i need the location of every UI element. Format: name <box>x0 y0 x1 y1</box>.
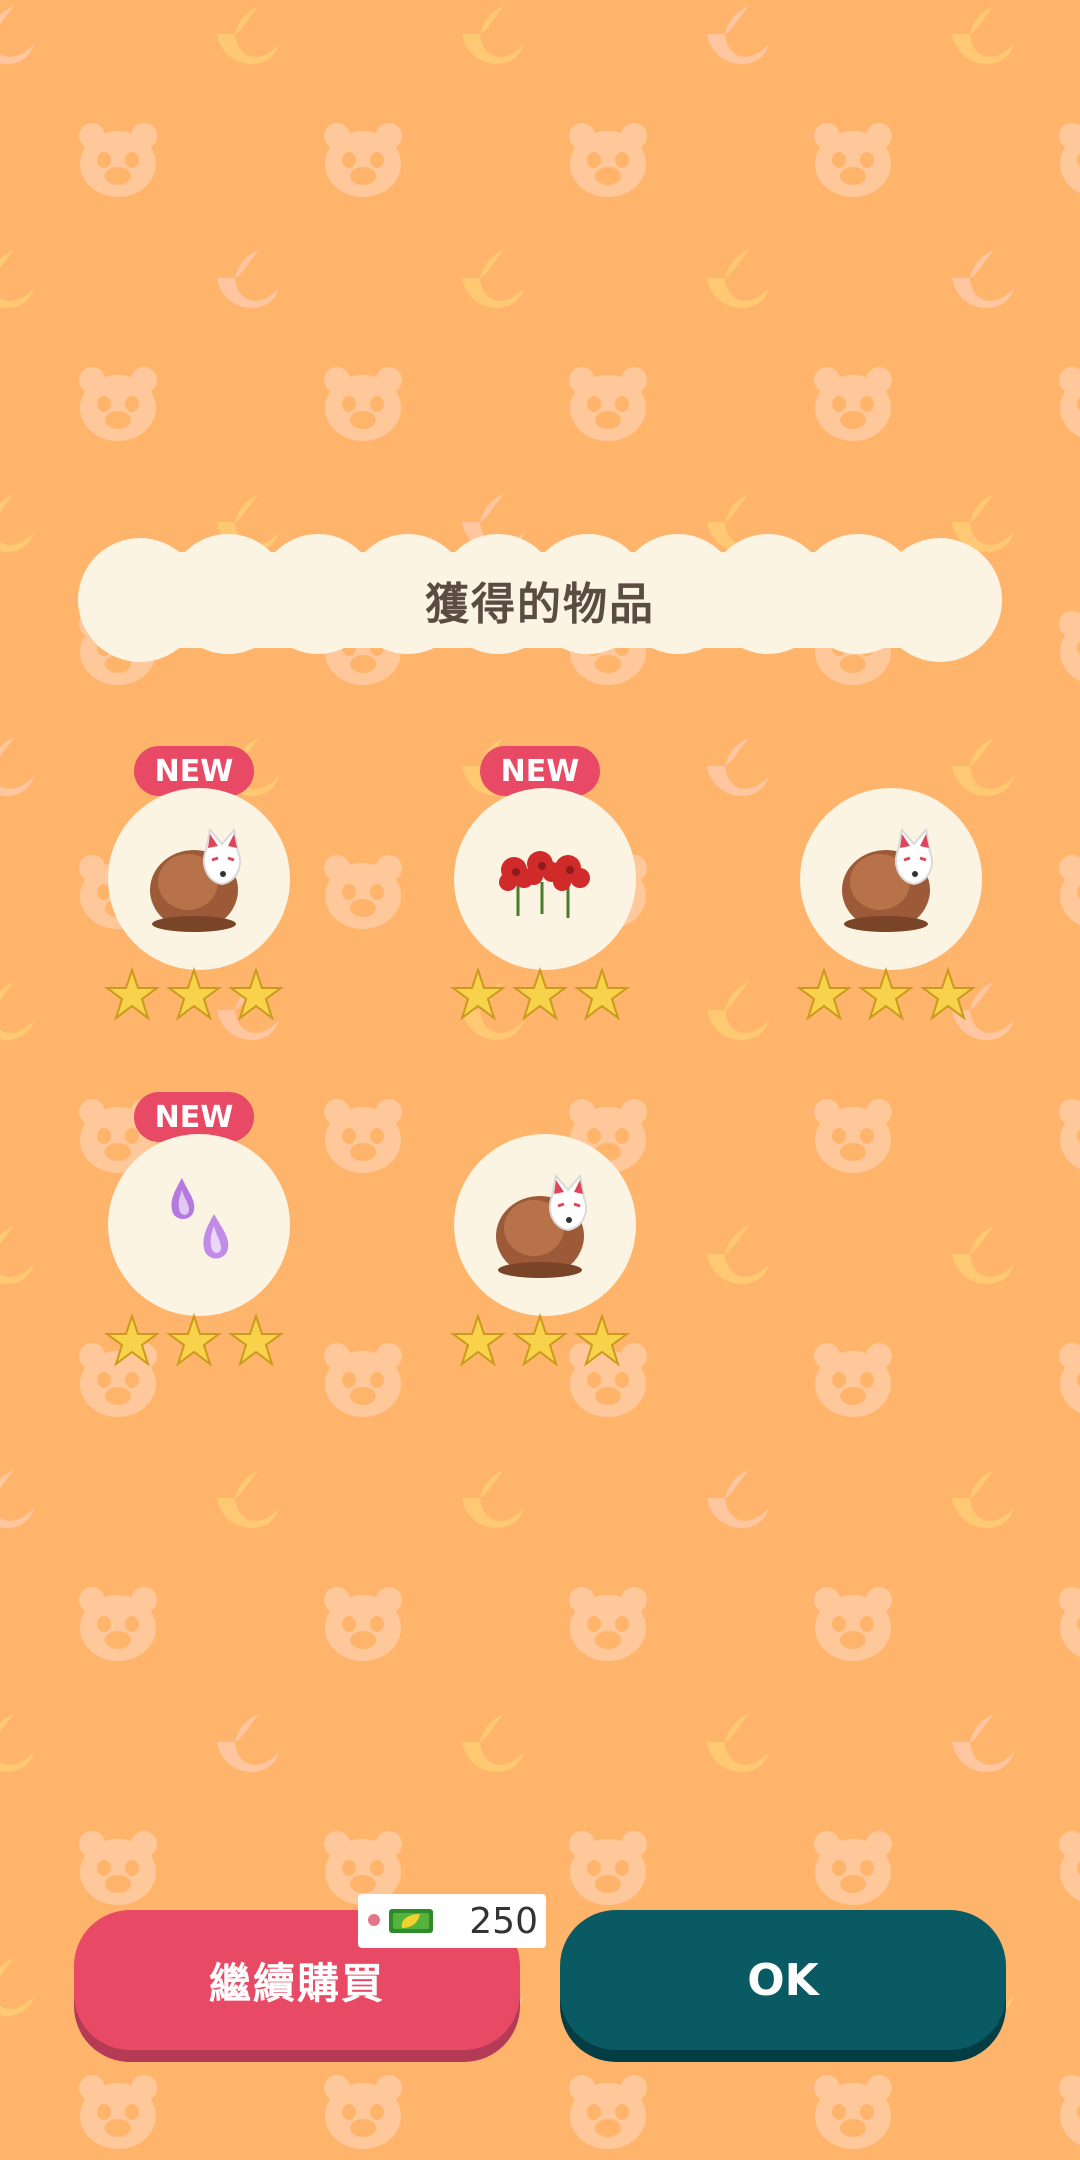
continue-purchase-label: 繼續購買 <box>208 1958 385 2008</box>
item-slot[interactable] <box>792 738 982 1028</box>
star-icon <box>165 1312 223 1367</box>
fox-mask-boulder-icon <box>150 827 241 932</box>
background-pattern <box>0 6 1080 2149</box>
ok-label: OK <box>747 1954 819 2006</box>
fox-mask-boulder-icon <box>842 827 933 932</box>
star-icon <box>795 966 853 1021</box>
red-spider-lily-icon <box>499 851 590 918</box>
fox-mask-boulder-icon <box>496 1173 587 1278</box>
star-icon <box>103 966 161 1021</box>
item-icon-frame <box>454 788 636 970</box>
tag-hole-icon <box>368 1914 380 1926</box>
star-icon <box>449 1312 507 1367</box>
item-icon-frame <box>454 1134 636 1316</box>
item-slot[interactable]: NEW <box>100 738 290 1028</box>
item-icon-frame <box>800 788 982 970</box>
star-icon <box>449 966 507 1021</box>
star-rating <box>449 966 631 1021</box>
item-slot[interactable]: NEW <box>446 738 636 1028</box>
star-icon <box>919 966 977 1021</box>
item-icon-frame <box>108 788 290 970</box>
star-rating <box>103 1312 285 1367</box>
star-rating <box>103 966 285 1021</box>
star-icon <box>511 966 569 1021</box>
star-icon <box>103 1312 161 1367</box>
will-o-wisp-icon <box>171 1178 229 1259</box>
star-icon <box>227 966 285 1021</box>
item-icon-frame <box>108 1134 290 1316</box>
star-icon <box>857 966 915 1021</box>
star-icon <box>165 966 223 1021</box>
item-slot[interactable]: NEW <box>100 1084 290 1374</box>
star-icon <box>573 966 631 1021</box>
star-icon <box>573 1312 631 1367</box>
star-rating <box>449 1312 631 1367</box>
star-icon <box>227 1312 285 1367</box>
ok-button[interactable]: OK <box>560 1910 1006 2050</box>
leaf-ticket-icon <box>389 1909 433 1933</box>
item-slot[interactable] <box>446 1084 636 1374</box>
star-icon <box>511 1312 569 1367</box>
price-tag: 250 <box>358 1894 546 1948</box>
title-banner: 獲得的物品 <box>78 532 1002 668</box>
price-value: 250 <box>469 1900 538 1942</box>
star-rating <box>795 966 977 1021</box>
page-title: 獲得的物品 <box>425 579 655 630</box>
